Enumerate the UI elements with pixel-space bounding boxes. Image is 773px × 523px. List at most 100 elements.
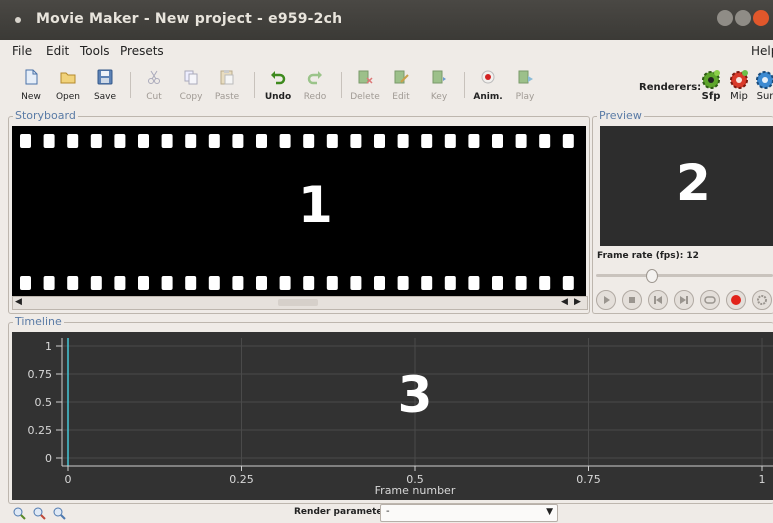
first-frame-button[interactable] [648,290,668,310]
save-button[interactable]: Save [88,68,122,102]
film-perforation [20,276,31,290]
undo-button[interactable]: Undo [261,68,295,102]
redo-button[interactable]: Redo [298,68,332,102]
status-bar: Render parameter - ▼ [0,502,773,523]
film-perforation [43,134,55,148]
film-perforation [303,276,315,290]
menu-presets[interactable]: Presets [120,44,164,58]
open-button[interactable]: Open [51,68,85,102]
x-tick-label: 0 [65,473,72,486]
delete-button[interactable]: Delete [348,68,382,102]
mip-label: Mip [730,91,748,102]
record-icon [481,70,495,84]
window-menu-icon[interactable] [12,14,24,26]
scroll-thumb[interactable] [278,299,318,306]
y-tick-label: 1 [45,340,52,353]
frame-rate-slider[interactable] [596,269,773,283]
record-button[interactable] [726,290,746,310]
settings-button[interactable] [752,290,772,310]
zoom-in-icon[interactable] [12,506,26,520]
y-tick-label: 0.25 [28,424,53,437]
menu-tools[interactable]: Tools [80,44,110,58]
film-perforation [20,134,31,148]
menu-file[interactable]: File [12,44,32,58]
stop-icon [629,297,635,303]
x-tick-label: 0.75 [576,473,601,486]
preview-label: Preview [597,109,644,122]
zoom-out-icon[interactable] [32,506,46,520]
film-perforation [208,134,220,148]
skip-forward-icon [680,296,688,304]
timeline-xlabel: Frame number [375,484,456,497]
scroll-left-arrow[interactable]: ◀ [15,297,22,307]
film-perforation [67,134,79,148]
preview-screen[interactable]: 2 [600,126,773,246]
scroll-right-arrow[interactable]: ▶ [574,297,581,307]
play-button[interactable]: Play [508,68,542,102]
renderer-mip-button[interactable]: Mip [727,68,751,102]
film-perforation [468,134,480,148]
renderers-label: Renderers: [639,82,702,93]
new-button[interactable]: New [14,68,48,102]
skip-back-icon [654,296,662,304]
renderer-sur-button[interactable]: Sur [753,68,773,102]
film-perforation [515,276,527,290]
save-label: Save [93,92,117,102]
stop-preview-button[interactable] [622,290,642,310]
film-perforation [562,134,574,148]
key-label: Key [430,92,448,102]
scroll-left-arrow-right[interactable]: ◀ [561,297,568,307]
close-button[interactable] [753,10,769,26]
title-bar: Movie Maker - New project - e959-2ch [0,0,773,40]
delete-keyframe-icon [358,70,373,84]
loop-button[interactable] [700,290,720,310]
render-parameter-value: - [386,506,390,517]
play-preview-button[interactable] [596,290,616,310]
storyboard-scrollbar[interactable]: ◀ ◀ ▶ [12,296,588,310]
chevron-down-icon: ▼ [546,507,553,517]
sfp-gear-icon [702,70,720,89]
menu-edit[interactable]: Edit [46,44,69,58]
y-tick-label: 0.75 [28,368,53,381]
loop-icon [704,296,716,304]
film-perforation [256,276,267,290]
film-perforation [492,134,503,148]
render-parameter-select[interactable]: - ▼ [380,504,558,522]
renderers-group: Renderers: Sfp Mip Sur [633,66,773,106]
frame-rate-label: Frame rate (fps): 12 [597,251,699,261]
film-perforation [374,276,385,290]
film-perforation [114,134,126,148]
anim-button[interactable]: Anim. [471,68,505,102]
renderer-sfp-button[interactable]: Sfp [699,68,723,102]
storyboard-filmstrip[interactable]: 1 [12,126,586,296]
edit-button[interactable]: Edit [384,68,418,102]
new-label: New [21,92,41,102]
sur-label: Sur [756,91,773,102]
paste-button[interactable]: Paste [210,68,244,102]
zoom-fit-icon[interactable] [52,506,66,520]
open-label: Open [55,92,81,102]
key-button[interactable]: Key [422,68,456,102]
film-perforation [161,134,173,148]
film-perforation [90,276,102,290]
film-perforation [90,134,102,148]
copy-label: Copy [179,92,203,102]
minimize-button[interactable] [717,10,733,26]
menu-help[interactable]: Help [751,44,773,58]
copy-button[interactable]: Copy [174,68,208,102]
film-perforation [539,134,551,148]
film-perforation [138,276,149,290]
last-frame-button[interactable] [674,290,694,310]
film-perforation [256,134,267,148]
paste-icon [220,70,234,85]
new-document-icon [25,69,38,85]
toolbar-separator [464,72,465,98]
y-tick-label: 0 [45,452,52,465]
sur-gear-icon [756,71,773,89]
cut-button[interactable]: Cut [137,68,171,102]
film-perforation [492,276,503,290]
timeline-plot[interactable]: 10.750.50.250 0 0.25 0.5 0.75 1 Frame number… [12,332,773,500]
timeline-label: Timeline [13,315,64,328]
slider-handle[interactable] [646,269,658,283]
maximize-button[interactable] [735,10,751,26]
